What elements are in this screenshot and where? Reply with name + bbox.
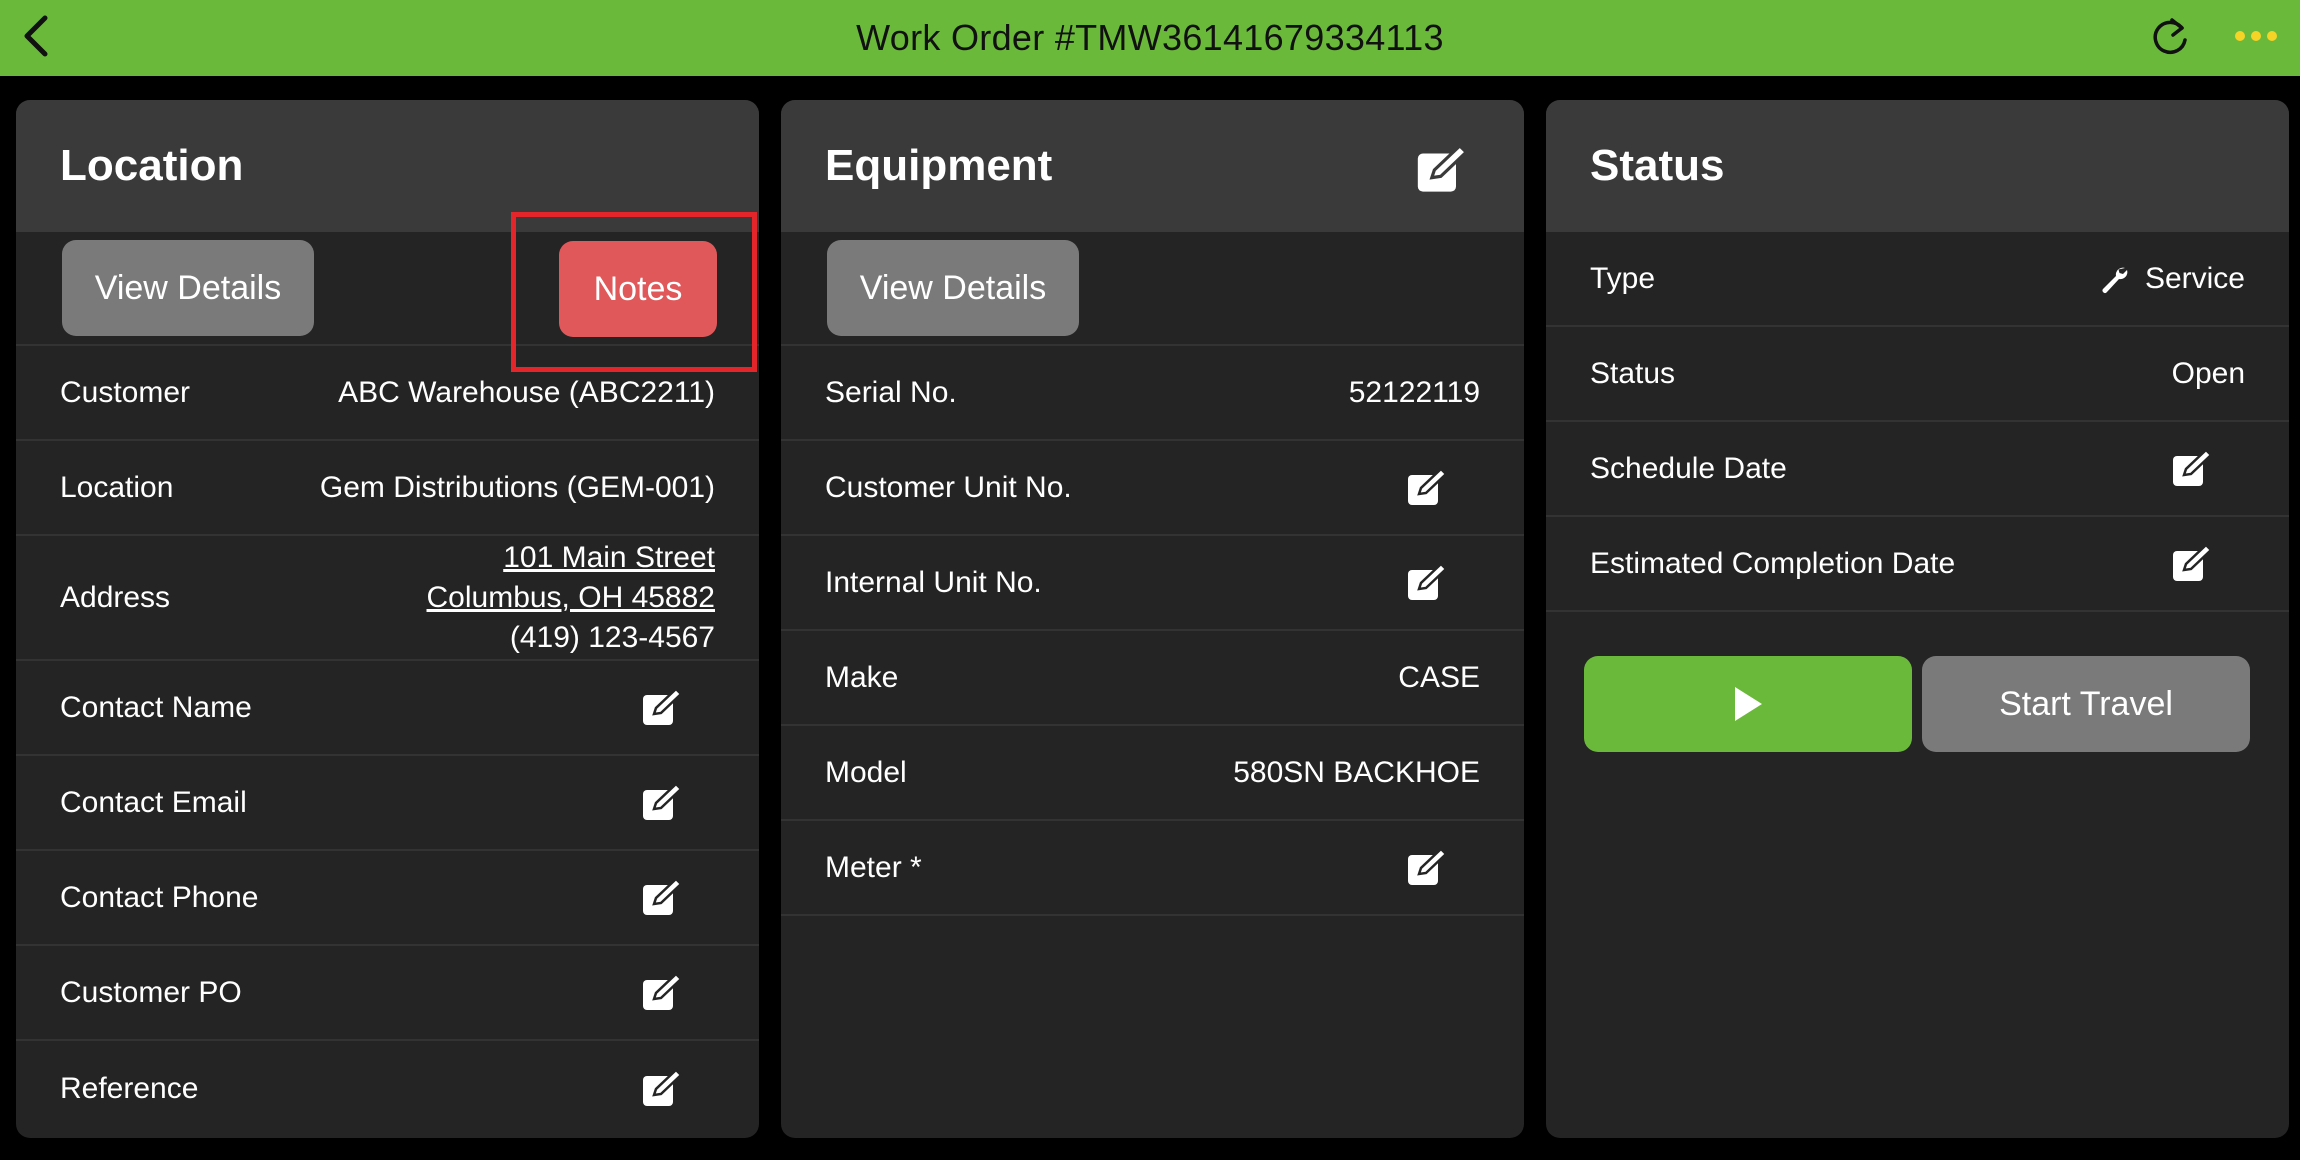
chevron-left-icon [24,15,48,57]
model-row: Model 580SN BACKHOE [781,726,1524,821]
make-value: CASE [1398,660,1480,694]
equipment-header: Equipment [781,100,1524,232]
est-completion-row: Estimated Completion Date [1546,517,2289,612]
edit-icon[interactable] [639,780,685,826]
contact-phone-row: Contact Phone [16,851,759,946]
ellipsis-icon [2235,31,2245,41]
customer-po-row: Customer PO [16,946,759,1041]
refresh-icon [2153,18,2187,55]
location-header: Location [16,100,759,232]
internal-unit-row: Internal Unit No. [781,536,1524,631]
customer-unit-row: Customer Unit No. [781,441,1524,536]
est-completion-label: Estimated Completion Date [1590,546,1956,580]
type-value: Service [2144,261,2245,295]
equipment-title: Equipment [825,141,1053,190]
customer-value: ABC Warehouse (ABC2211) [338,375,715,409]
location-button-row: View Details Notes [16,212,759,372]
location-panel: Location View Details Notes Customer ABC… [16,100,759,1138]
customer-po-label: Customer PO [60,975,242,1009]
status-title: Status [1590,141,1725,190]
customer-row: Customer ABC Warehouse (ABC2211) [16,346,759,441]
customer-unit-label: Customer Unit No. [825,470,1072,504]
serial-label: Serial No. [825,375,957,409]
meter-label: Meter * [825,850,922,884]
serial-row: Serial No. 52122119 [781,346,1524,441]
edit-icon[interactable] [1404,845,1450,891]
wrench-icon [2102,267,2128,293]
start-button[interactable] [1584,656,1912,752]
address-line1-link[interactable]: 101 Main Street [427,538,715,578]
location-row: Location Gem Distributions (GEM-001) [16,441,759,536]
contact-email-row: Contact Email [16,756,759,851]
edit-icon[interactable] [639,875,685,921]
location-value: Gem Distributions (GEM-001) [319,470,715,504]
top-bar: Work Order #TMW36141679334113 [0,0,2300,76]
equipment-panel: Equipment View Details Serial No. 521221… [781,100,1524,1138]
more-options-button[interactable] [2226,4,2286,68]
back-button[interactable] [8,4,64,68]
location-label: Location [60,470,174,504]
contact-name-row: Contact Name [16,661,759,756]
contact-email-label: Contact Email [60,785,247,819]
status-panel: Status Type Service Status Open Schedule… [1546,100,2289,1138]
internal-unit-label: Internal Unit No. [825,565,1042,599]
edit-icon[interactable] [639,970,685,1016]
model-label: Model [825,755,907,789]
type-value-container: Service [2099,262,2245,296]
equipment-edit-icon[interactable] [1414,142,1470,198]
schedule-date-row: Schedule Date [1546,422,2289,517]
contact-phone-label: Contact Phone [60,880,259,914]
type-label: Type [1590,261,1656,295]
type-row: Type Service [1546,232,2289,327]
edit-icon[interactable] [1404,465,1450,511]
start-travel-button[interactable]: Start Travel [1922,656,2250,752]
address-row: Address 101 Main Street Columbus, OH 458… [16,536,759,661]
location-title: Location [60,141,244,190]
schedule-date-label: Schedule Date [1590,451,1787,485]
edit-icon[interactable] [2169,446,2215,492]
status-header: Status [1546,100,2289,232]
edit-icon[interactable] [639,1066,685,1112]
make-row: Make CASE [781,631,1524,726]
notes-button[interactable]: Notes [559,241,717,337]
edit-icon[interactable] [2169,541,2215,587]
address-label: Address [60,580,171,614]
address-phone: (419) 123-4567 [509,620,715,654]
edit-icon[interactable] [639,685,685,731]
status-label: Status [1590,356,1676,390]
make-label: Make [825,660,899,694]
meter-row: Meter * [781,821,1524,916]
address-line2-link[interactable]: Columbus, OH 45882 [427,578,716,618]
status-row: Status Open [1546,327,2289,422]
equipment-view-details-button[interactable]: View Details [827,240,1079,336]
status-action-row: Start Travel [1546,656,2289,752]
equipment-button-row: View Details [781,232,1524,346]
play-icon [1735,687,1762,721]
reference-label: Reference [60,1071,199,1105]
model-value: 580SN BACKHOE [1233,755,1480,789]
refresh-button[interactable] [2140,4,2200,68]
contact-name-label: Contact Name [60,690,252,724]
reference-row: Reference [16,1041,759,1136]
page-title: Work Order #TMW36141679334113 [856,17,1444,58]
location-view-details-button[interactable]: View Details [62,240,314,336]
serial-value: 52122119 [1348,375,1480,409]
edit-icon[interactable] [1404,560,1450,606]
customer-label: Customer [60,375,191,409]
status-value: Open [2171,356,2245,390]
address-value: 101 Main Street Columbus, OH 45882 (419)… [427,538,716,658]
